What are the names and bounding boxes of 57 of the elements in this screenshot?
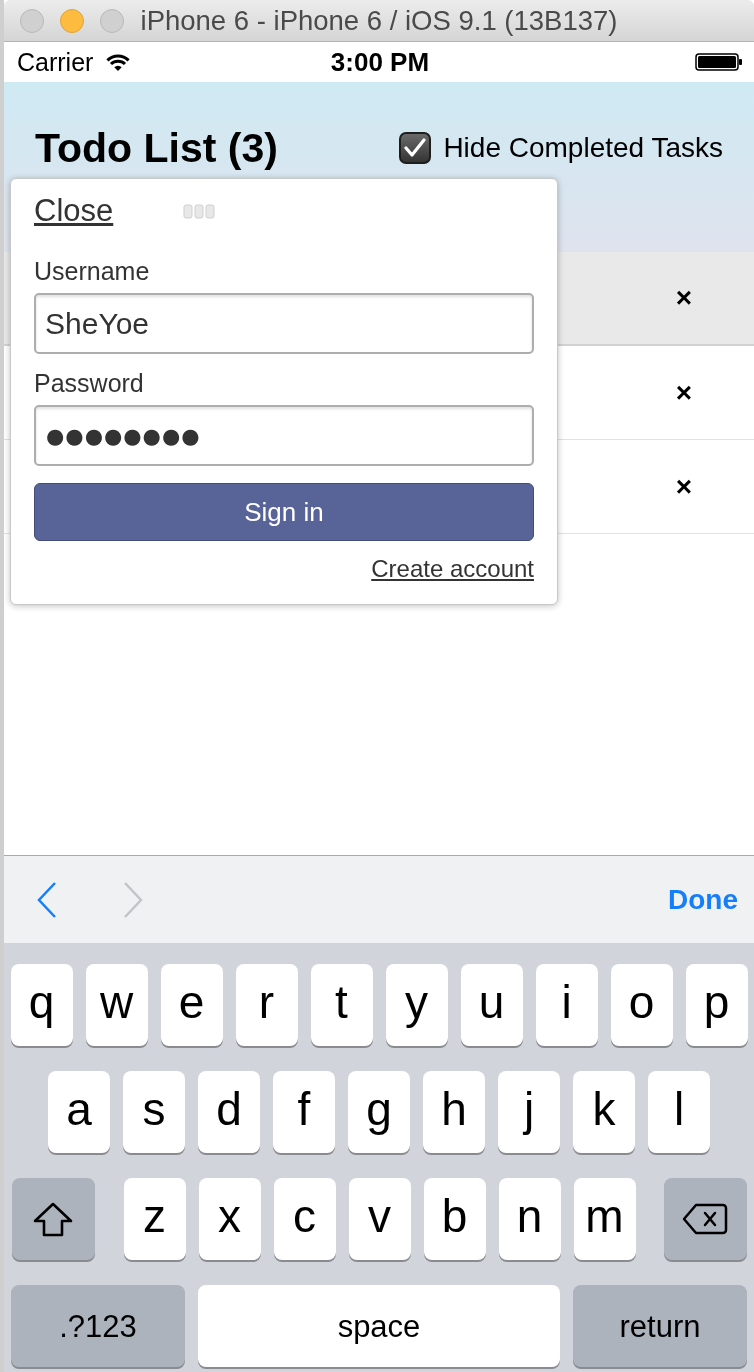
return-key[interactable]: return	[573, 1285, 747, 1367]
window-title: iPhone 6 - iPhone 6 / iOS 9.1 (13B137)	[140, 4, 618, 37]
wifi-icon	[105, 52, 132, 72]
previous-button[interactable]	[36, 880, 58, 919]
field-label: Username	[34, 256, 151, 286]
delete-key[interactable]	[663, 1178, 747, 1260]
keyboard-key[interactable]: x	[198, 1178, 261, 1260]
minimize-icon[interactable]	[60, 8, 84, 33]
keyboard-key[interactable]: l	[648, 1071, 710, 1153]
battery-icon	[695, 53, 743, 71]
shift-key[interactable]	[11, 1178, 95, 1260]
password-field[interactable]: ●●●●●●●●	[34, 405, 534, 466]
keyboard-key[interactable]: m	[573, 1178, 636, 1260]
numbers-key[interactable]: .?123	[11, 1285, 185, 1367]
keyboard-key[interactable]: r	[235, 964, 298, 1046]
time-label: 3:00 PM	[330, 46, 430, 78]
keyboard-key[interactable]: e	[160, 964, 223, 1046]
keyboard-key[interactable]: i	[535, 964, 598, 1046]
create-account-link[interactable]: Create account	[371, 554, 534, 584]
space-key[interactable]: space	[198, 1285, 560, 1367]
page-title: Todo List (3)	[35, 124, 278, 172]
keyboard-key[interactable]: v	[348, 1178, 411, 1260]
checkbox-label[interactable]: Hide Completed Tasks	[443, 132, 723, 164]
close-link[interactable]: Close	[34, 193, 114, 229]
field-label: Password	[34, 368, 145, 398]
keyboard-key[interactable]: w	[85, 964, 148, 1046]
keyboard-key[interactable]: k	[573, 1071, 635, 1153]
keyboard-key[interactable]: h	[423, 1071, 485, 1153]
keyboard-key[interactable]: s	[123, 1071, 185, 1153]
keyboard-key[interactable]: j	[498, 1071, 560, 1153]
delete-button[interactable]: ×	[664, 472, 704, 501]
keyboard-key[interactable]: a	[48, 1071, 110, 1153]
keyboard-key[interactable]: c	[273, 1178, 336, 1260]
keyboard-key[interactable]: f	[273, 1071, 335, 1153]
keyboard-key[interactable]: z	[123, 1178, 186, 1260]
keyboard-key[interactable]: n	[498, 1178, 561, 1260]
keyboard-key[interactable]: p	[685, 964, 748, 1046]
sign-in-button[interactable]: Sign in	[34, 483, 534, 541]
keyboard-key[interactable]: b	[423, 1178, 486, 1260]
chevron-left-icon	[36, 880, 58, 919]
chevron-right-icon	[122, 880, 144, 919]
drag-handle-icon[interactable]	[183, 203, 216, 219]
backspace-icon	[682, 1203, 728, 1235]
delete-button[interactable]: ×	[664, 284, 704, 312]
checkmark-icon	[404, 138, 427, 158]
keyboard-key[interactable]: g	[348, 1071, 410, 1153]
keyboard-key[interactable]: q	[10, 964, 73, 1046]
delete-button[interactable]: ×	[664, 378, 704, 407]
checkbox[interactable]	[399, 132, 432, 164]
up-arrow-icon	[33, 1201, 73, 1237]
keyboard-key[interactable]: u	[460, 964, 523, 1046]
keyboard-key[interactable]: d	[198, 1071, 260, 1153]
carrier-label: Carrier	[17, 47, 94, 77]
text-field[interactable]: SheYoe	[34, 293, 534, 354]
keyboard-key[interactable]: y	[385, 964, 448, 1046]
keyboard-key[interactable]: o	[610, 964, 673, 1046]
keyboard-key[interactable]: t	[310, 964, 373, 1046]
